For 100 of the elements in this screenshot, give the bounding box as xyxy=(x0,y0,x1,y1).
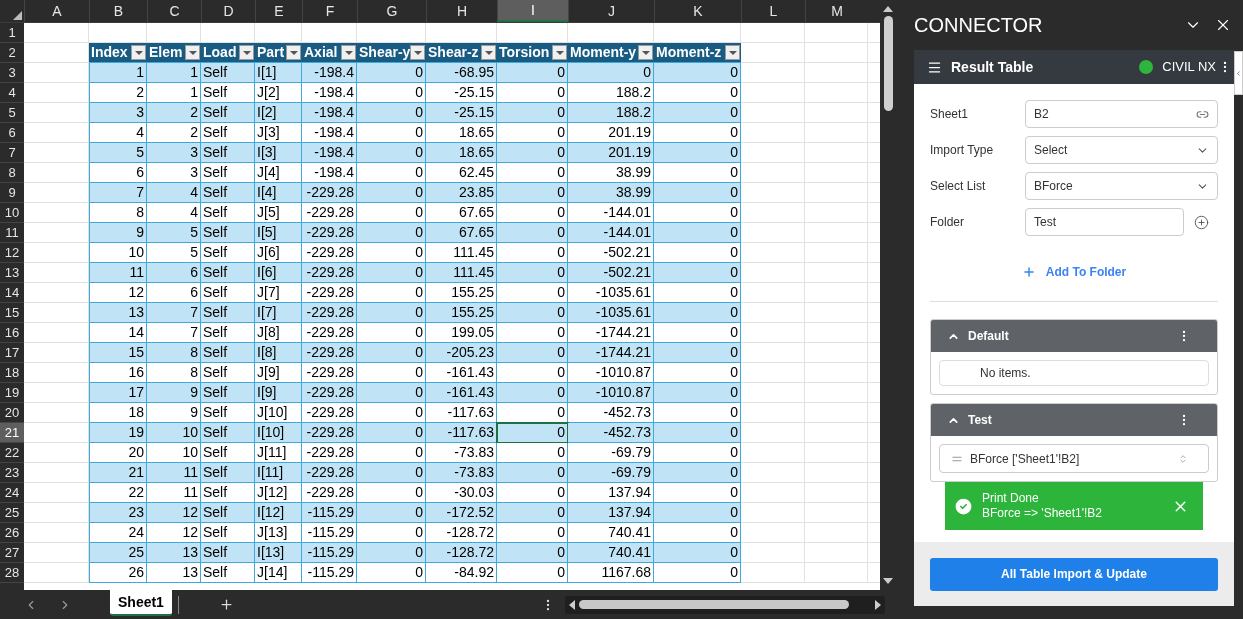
grid-cell[interactable] xyxy=(805,243,868,263)
filter-button[interactable] xyxy=(239,45,254,60)
grid-cell[interactable] xyxy=(805,23,868,43)
row-header[interactable]: 17 xyxy=(0,343,24,363)
row-header[interactable]: 27 xyxy=(0,543,24,563)
grid-cell[interactable] xyxy=(741,423,805,443)
grid-cell[interactable] xyxy=(741,43,805,63)
grid-cell[interactable] xyxy=(805,523,868,543)
filter-button[interactable] xyxy=(341,45,356,60)
grid-cell[interactable] xyxy=(805,543,868,563)
grid-cell[interactable] xyxy=(805,203,868,223)
grid-cell[interactable] xyxy=(805,443,868,463)
row-header[interactable]: 12 xyxy=(0,243,24,263)
grid-cell[interactable] xyxy=(741,163,805,183)
column-header[interactable]: E xyxy=(255,0,302,22)
column-header[interactable]: C xyxy=(147,0,201,22)
grid-cell[interactable] xyxy=(805,343,868,363)
import-update-button[interactable]: All Table Import & Update xyxy=(930,557,1218,591)
input-field[interactable]: B2 xyxy=(1025,100,1218,128)
grid-cell[interactable] xyxy=(805,383,868,403)
row-header[interactable]: 18 xyxy=(0,363,24,383)
grid-cell[interactable] xyxy=(805,303,868,323)
grid-cell[interactable] xyxy=(741,63,805,83)
row-header[interactable]: 22 xyxy=(0,443,24,463)
row-header[interactable]: 2 xyxy=(0,43,24,63)
grid-cell[interactable] xyxy=(805,223,868,243)
grid-cell[interactable] xyxy=(741,23,805,43)
grid-cell[interactable] xyxy=(805,123,868,143)
grid-cell[interactable] xyxy=(741,343,805,363)
grid-cell[interactable] xyxy=(741,463,805,483)
row-header[interactable]: 3 xyxy=(0,63,24,83)
filter-button[interactable] xyxy=(725,45,740,60)
grid-cell[interactable] xyxy=(805,83,868,103)
row-header[interactable]: 20 xyxy=(0,403,24,423)
row-header[interactable]: 10 xyxy=(0,203,24,223)
column-header[interactable]: M xyxy=(805,0,868,22)
grid-cell[interactable] xyxy=(805,563,868,583)
grid-cell[interactable] xyxy=(805,363,868,383)
folder-header[interactable]: Default xyxy=(931,320,1217,352)
grid-cell[interactable] xyxy=(805,403,868,423)
row-header[interactable]: 5 xyxy=(0,103,24,123)
row-header[interactable]: 24 xyxy=(0,483,24,503)
row-header[interactable]: 6 xyxy=(0,123,24,143)
grid-cell[interactable] xyxy=(741,403,805,423)
grid-cell[interactable] xyxy=(805,423,868,443)
row-header[interactable] xyxy=(0,583,24,590)
grid-cell[interactable] xyxy=(741,363,805,383)
grid-cell[interactable] xyxy=(741,243,805,263)
filter-button[interactable] xyxy=(410,45,425,60)
grid-cell[interactable] xyxy=(741,563,805,583)
grid-cell[interactable] xyxy=(741,223,805,243)
row-header[interactable]: 11 xyxy=(0,223,24,243)
horizontal-scrollbar[interactable] xyxy=(564,595,885,614)
grid-cell[interactable] xyxy=(741,383,805,403)
grid-cell[interactable] xyxy=(805,503,868,523)
filter-button[interactable] xyxy=(552,45,567,60)
row-header[interactable]: 13 xyxy=(0,263,24,283)
column-header[interactable]: K xyxy=(654,0,741,22)
grid-cell[interactable] xyxy=(741,183,805,203)
grid-cell[interactable] xyxy=(741,283,805,303)
row-header[interactable]: 7 xyxy=(0,143,24,163)
grid-cell[interactable] xyxy=(741,483,805,503)
grid-cell[interactable] xyxy=(741,543,805,563)
folder-item[interactable]: BForce ['Sheet1'!B2] xyxy=(939,444,1209,473)
grid-cell[interactable] xyxy=(805,323,868,343)
grid-cell[interactable] xyxy=(24,23,89,43)
row-header[interactable]: 25 xyxy=(0,503,24,523)
row-header[interactable]: 26 xyxy=(0,523,24,543)
row-header[interactable]: 15 xyxy=(0,303,24,323)
grid-cell[interactable] xyxy=(741,203,805,223)
grid-cell[interactable] xyxy=(805,163,868,183)
column-header[interactable]: F xyxy=(302,0,357,22)
grid-cell[interactable] xyxy=(805,463,868,483)
sheet-tab[interactable]: Sheet1 xyxy=(110,590,172,616)
grid-cell[interactable] xyxy=(805,483,868,503)
row-header[interactable]: 28 xyxy=(0,563,24,583)
grid-cell[interactable] xyxy=(741,103,805,123)
grid-cell[interactable] xyxy=(741,123,805,143)
row-header[interactable]: 8 xyxy=(0,163,24,183)
grid-cell[interactable] xyxy=(805,263,868,283)
grid-cell[interactable] xyxy=(741,303,805,323)
grid-cell[interactable] xyxy=(741,323,805,343)
folder-header[interactable]: Test xyxy=(931,404,1217,436)
row-header[interactable]: 23 xyxy=(0,463,24,483)
grid-cell[interactable] xyxy=(805,63,868,83)
grid-cell[interactable] xyxy=(805,283,868,303)
row-header[interactable]: 1 xyxy=(0,23,24,43)
column-header[interactable]: D xyxy=(201,0,255,22)
filter-button[interactable] xyxy=(131,45,146,60)
column-header[interactable]: J xyxy=(568,0,654,22)
grid-cell[interactable] xyxy=(805,43,868,63)
grid-cell[interactable] xyxy=(741,143,805,163)
column-header[interactable]: G xyxy=(357,0,426,22)
column-header[interactable]: B xyxy=(89,0,147,22)
input-field[interactable]: Test xyxy=(1025,208,1184,236)
filter-button[interactable] xyxy=(286,45,301,60)
grid-cell[interactable] xyxy=(805,103,868,123)
filter-button[interactable] xyxy=(185,45,200,60)
grid-cell[interactable] xyxy=(805,183,868,203)
select-field[interactable]: BForce xyxy=(1025,172,1218,200)
